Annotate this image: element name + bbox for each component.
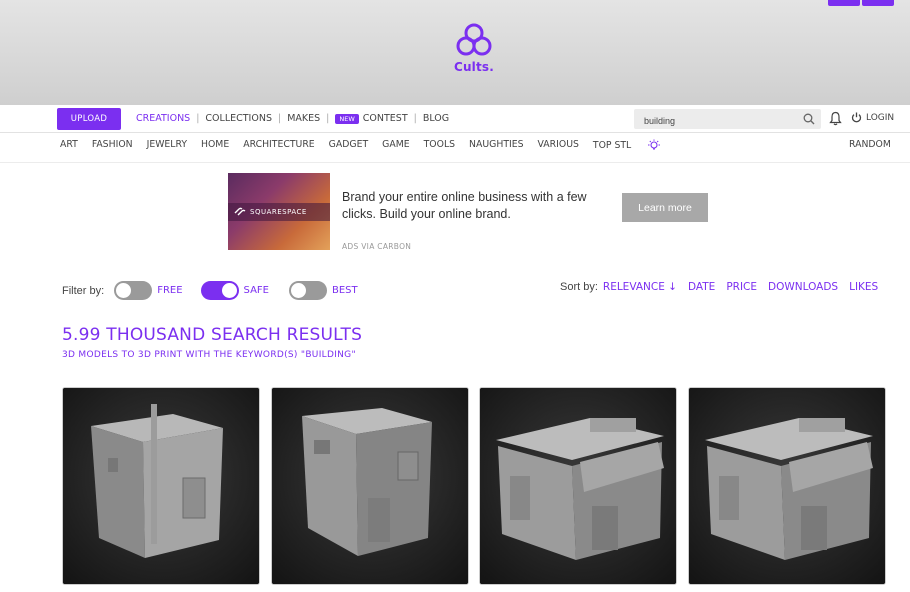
login-link[interactable]: LOGIN <box>851 112 894 123</box>
ad-brand: SQUARESPACE <box>250 208 307 216</box>
learn-more-button[interactable]: Learn more <box>622 193 708 222</box>
category-architecture[interactable]: ARCHITECTURE <box>243 139 314 152</box>
safe-toggle[interactable] <box>200 281 239 300</box>
nav-separator: | <box>277 113 282 124</box>
category-home[interactable]: HOME <box>201 139 229 152</box>
nav-makes[interactable]: MAKES <box>287 113 320 124</box>
category-jewelry[interactable]: JEWELRY <box>147 139 187 152</box>
building-model-thumbnail[interactable] <box>689 388 886 585</box>
login-label: LOGIN <box>866 112 895 123</box>
building-model-thumbnail[interactable] <box>272 388 469 585</box>
nav-creations[interactable]: CREATIONS <box>136 113 190 124</box>
filter-label: Filter by: <box>62 284 105 297</box>
result-card[interactable] <box>479 387 677 585</box>
new-badge: NEW <box>335 113 359 124</box>
nav-contest[interactable]: NEW CONTEST <box>335 113 408 124</box>
search-box <box>634 109 821 131</box>
toggle-knob <box>116 283 132 298</box>
logo-text[interactable]: Cults. <box>449 60 499 74</box>
category-top-stl[interactable]: TOP STL <box>593 139 661 152</box>
sort-label: Sort by: <box>560 281 598 293</box>
corner-tabs <box>828 0 894 6</box>
category-nav: ART FASHION JEWELRY HOME ARCHITECTURE GA… <box>60 139 675 152</box>
category-divider <box>0 162 910 163</box>
power-icon <box>851 112 862 123</box>
upload-button[interactable]: UPLOAD <box>57 108 121 130</box>
search-icon[interactable] <box>803 113 815 125</box>
nav-separator: | <box>196 113 200 124</box>
nav-links: CREATIONS | COLLECTIONS | MAKES | NEW CO… <box>136 105 449 132</box>
site-header: Cults. <box>0 0 910 105</box>
filter-bar: Filter by: FREE SAFE BEST <box>62 281 368 300</box>
free-toggle[interactable] <box>114 281 153 300</box>
category-art[interactable]: ART <box>60 139 78 152</box>
free-label[interactable]: FREE <box>157 285 182 296</box>
sort-date[interactable]: DATE <box>688 281 715 293</box>
results-title: 5.99 THOUSAND SEARCH RESULTS <box>62 325 363 345</box>
building-model-thumbnail[interactable] <box>63 388 260 585</box>
sort-bar: Sort by: RELEVANCE ↓ DATE PRICE DOWNLOAD… <box>560 281 878 293</box>
best-toggle[interactable] <box>288 281 327 300</box>
building-model-thumbnail[interactable] <box>480 388 677 585</box>
ad-image[interactable]: SQUARESPACE <box>228 173 330 250</box>
best-label[interactable]: BEST <box>332 285 358 296</box>
toggle-knob <box>221 283 237 298</box>
nav-separator: | <box>413 113 417 124</box>
ad-via[interactable]: ADS VIA CARBON <box>342 242 411 251</box>
category-naughties[interactable]: NAUGHTIES <box>469 139 524 152</box>
squarespace-icon <box>234 207 246 216</box>
ad-text[interactable]: Brand your entire online business with a… <box>342 189 602 223</box>
bell-icon[interactable] <box>829 111 842 126</box>
category-fashion[interactable]: FASHION <box>92 139 133 152</box>
sort-price[interactable]: PRICE <box>726 281 757 293</box>
top-stl-label: TOP STL <box>592 140 632 151</box>
main-nav: UPLOAD CREATIONS | COLLECTIONS | MAKES |… <box>0 105 910 132</box>
lightbulb-icon <box>648 139 661 150</box>
nav-blog[interactable]: BLOG <box>423 113 449 124</box>
sort-relevance[interactable]: RELEVANCE ↓ <box>603 281 677 293</box>
result-card[interactable] <box>62 387 260 585</box>
safe-label[interactable]: SAFE <box>244 285 269 296</box>
results-subtitle: 3D MODELS TO 3D PRINT WITH THE KEYWORD(S… <box>62 350 356 360</box>
nav-collections[interactable]: COLLECTIONS <box>205 113 272 124</box>
category-various[interactable]: VARIOUS <box>538 139 579 152</box>
category-game[interactable]: GAME <box>382 139 409 152</box>
corner-tab-1[interactable] <box>828 0 860 6</box>
sort-downloads[interactable]: DOWNLOADS <box>768 281 838 293</box>
category-tools[interactable]: TOOLS <box>424 139 455 152</box>
result-card[interactable] <box>271 387 469 585</box>
random-link[interactable]: RANDOM <box>849 139 891 150</box>
result-card[interactable] <box>688 387 886 585</box>
nav-contest-label: CONTEST <box>362 113 408 124</box>
nav-separator: | <box>326 113 330 124</box>
search-input[interactable] <box>634 111 794 131</box>
sort-likes[interactable]: LIKES <box>849 281 878 293</box>
nav-divider <box>0 132 910 133</box>
toggle-knob <box>290 283 306 298</box>
squarespace-logo: SQUARESPACE <box>228 203 330 221</box>
category-gadget[interactable]: GADGET <box>329 139 368 152</box>
corner-tab-2[interactable] <box>862 0 894 6</box>
